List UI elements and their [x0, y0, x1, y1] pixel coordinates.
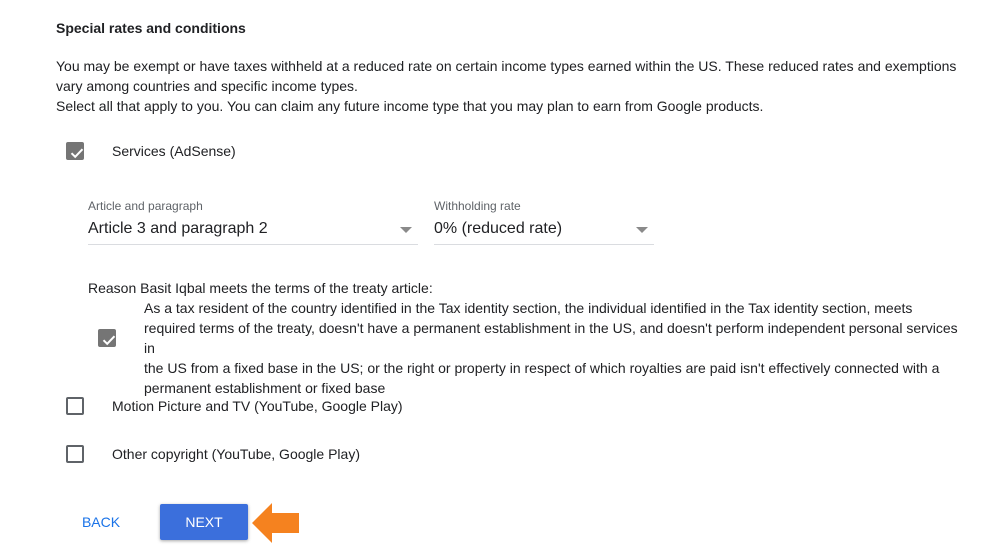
article-select[interactable]: Article 3 and paragraph 2 — [88, 216, 418, 245]
other-copyright-checkbox[interactable] — [66, 445, 84, 463]
motion-picture-label: Motion Picture and TV (YouTube, Google P… — [112, 398, 403, 414]
description-line: Select all that apply to you. You can cl… — [56, 98, 764, 114]
rate-select-value: 0% (reduced rate) — [434, 220, 563, 237]
services-label: Services (AdSense) — [112, 143, 236, 159]
back-button[interactable]: BACK — [70, 504, 132, 540]
reason-text-line: permanent establishment or fixed base — [144, 380, 386, 396]
arrow-left-icon — [252, 503, 299, 543]
section-description: You may be exempt or have taxes withheld… — [56, 56, 966, 116]
check-icon — [70, 148, 84, 159]
treaty-reason-checkbox[interactable] — [98, 329, 116, 347]
check-icon — [102, 335, 116, 346]
section-title: Special rates and conditions — [56, 20, 246, 36]
description-line: vary among countries and specific income… — [56, 78, 358, 94]
description-line: You may be exempt or have taxes withheld… — [56, 58, 957, 74]
services-checkbox[interactable] — [66, 142, 84, 160]
reason-text: As a tax resident of the country identif… — [144, 298, 972, 398]
article-select-value: Article 3 and paragraph 2 — [88, 220, 268, 237]
reason-text-line: required terms of the treaty, doesn't ha… — [144, 320, 958, 356]
motion-picture-checkbox[interactable] — [66, 397, 84, 415]
rate-field-label: Withholding rate — [434, 199, 521, 213]
reason-text-line: the US from a fixed base in the US; or t… — [144, 360, 940, 376]
other-copyright-label: Other copyright (YouTube, Google Play) — [112, 446, 360, 462]
page: Special rates and conditions You may be … — [0, 0, 984, 554]
caret-down-icon — [636, 227, 648, 233]
rate-select[interactable]: 0% (reduced rate) — [434, 216, 654, 245]
next-button[interactable]: NEXT — [160, 504, 248, 540]
article-field-label: Article and paragraph — [88, 199, 203, 213]
reason-heading: Reason Basit Iqbal meets the terms of th… — [88, 280, 433, 296]
caret-down-icon — [400, 227, 412, 233]
reason-text-line: As a tax resident of the country identif… — [144, 300, 913, 316]
